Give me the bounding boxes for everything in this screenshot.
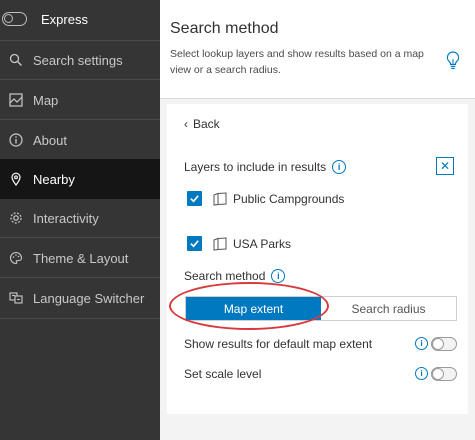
sidebar-item-label: Map — [33, 92, 59, 108]
sidebar-item-language-switcher[interactable]: Language Switcher — [0, 278, 160, 318]
location-pin-icon — [9, 172, 23, 186]
back-button[interactable]: ‹ Back — [184, 117, 220, 131]
back-label: Back — [193, 117, 220, 131]
sidebar-item-label: Theme & Layout — [33, 250, 129, 266]
sidebar-item-label: Interactivity — [33, 210, 99, 226]
chevron-left-icon: ‹ — [184, 117, 188, 131]
palette-icon — [9, 251, 23, 265]
sidebar-item-map[interactable]: Map — [0, 80, 160, 120]
express-toggle[interactable] — [2, 12, 27, 26]
layer-row-usa-parks[interactable]: USA Parks — [187, 236, 291, 251]
gear-icon — [9, 211, 23, 225]
close-icon[interactable]: ✕ — [436, 157, 454, 175]
layer-row-public-campgrounds[interactable]: Public Campgrounds — [187, 191, 344, 206]
lightbulb-icon[interactable] — [445, 50, 461, 72]
search-icon — [9, 53, 23, 67]
main-content: Search method Select lookup layers and s… — [160, 0, 475, 440]
page-title: Search method — [170, 20, 279, 37]
toggle-switch[interactable] — [431, 367, 457, 381]
sidebar: Express Search settings Map About Nearby… — [0, 0, 160, 440]
map-icon — [9, 93, 23, 107]
info-icon[interactable]: i — [415, 367, 428, 380]
option-set-scale-level: Set scale level i — [184, 366, 457, 382]
info-icon[interactable]: i — [332, 160, 347, 174]
page-description: Select lookup layers and show results ba… — [170, 48, 424, 76]
sidebar-item-label: Search settings — [33, 52, 123, 68]
layer-name: USA Parks — [233, 236, 292, 251]
layer-name: Public Campgrounds — [233, 191, 345, 206]
sidebar-item-label: About — [33, 132, 67, 148]
sidebar-item-about[interactable]: About — [0, 120, 160, 160]
option-label: Show results for default map extent — [184, 337, 373, 351]
search-method-label: Search method i — [184, 269, 286, 283]
layer-icon — [213, 191, 227, 206]
sidebar-item-interactivity[interactable]: Interactivity — [0, 198, 160, 238]
layers-title-text: Layers to include in results — [184, 160, 327, 174]
search-method-label-text: Search method — [184, 269, 266, 283]
info-icon[interactable]: i — [271, 269, 286, 283]
layers-title: Layers to include in results i — [184, 160, 347, 174]
layer-checkbox[interactable] — [187, 191, 202, 206]
search-method-panel: ‹ Back Layers to include in results i ✕ … — [167, 104, 468, 414]
search-radius-button[interactable]: Search radius — [321, 297, 456, 320]
option-label: Set scale level — [184, 367, 262, 381]
sidebar-item-nearby[interactable]: Nearby — [0, 159, 160, 199]
sidebar-item-label: Language Switcher — [33, 290, 145, 306]
search-method-segmented-control: Map extent Search radius — [185, 296, 457, 321]
express-label: Express — [41, 12, 88, 27]
sidebar-item-search-settings[interactable]: Search settings — [0, 40, 160, 80]
express-toggle-row[interactable]: Express — [0, 0, 160, 41]
toggle-switch[interactable] — [431, 337, 457, 351]
header: Search method Select lookup layers and s… — [160, 0, 475, 99]
language-icon — [9, 291, 23, 305]
sidebar-item-label: Nearby — [33, 171, 75, 187]
sidebar-item-theme-layout[interactable]: Theme & Layout — [0, 238, 160, 278]
option-show-default-extent: Show results for default map extent i — [184, 336, 457, 352]
map-extent-button[interactable]: Map extent — [186, 297, 321, 320]
layer-checkbox[interactable] — [187, 236, 202, 251]
info-icon[interactable]: i — [415, 337, 428, 350]
layer-icon — [213, 236, 227, 251]
info-icon — [9, 133, 23, 147]
